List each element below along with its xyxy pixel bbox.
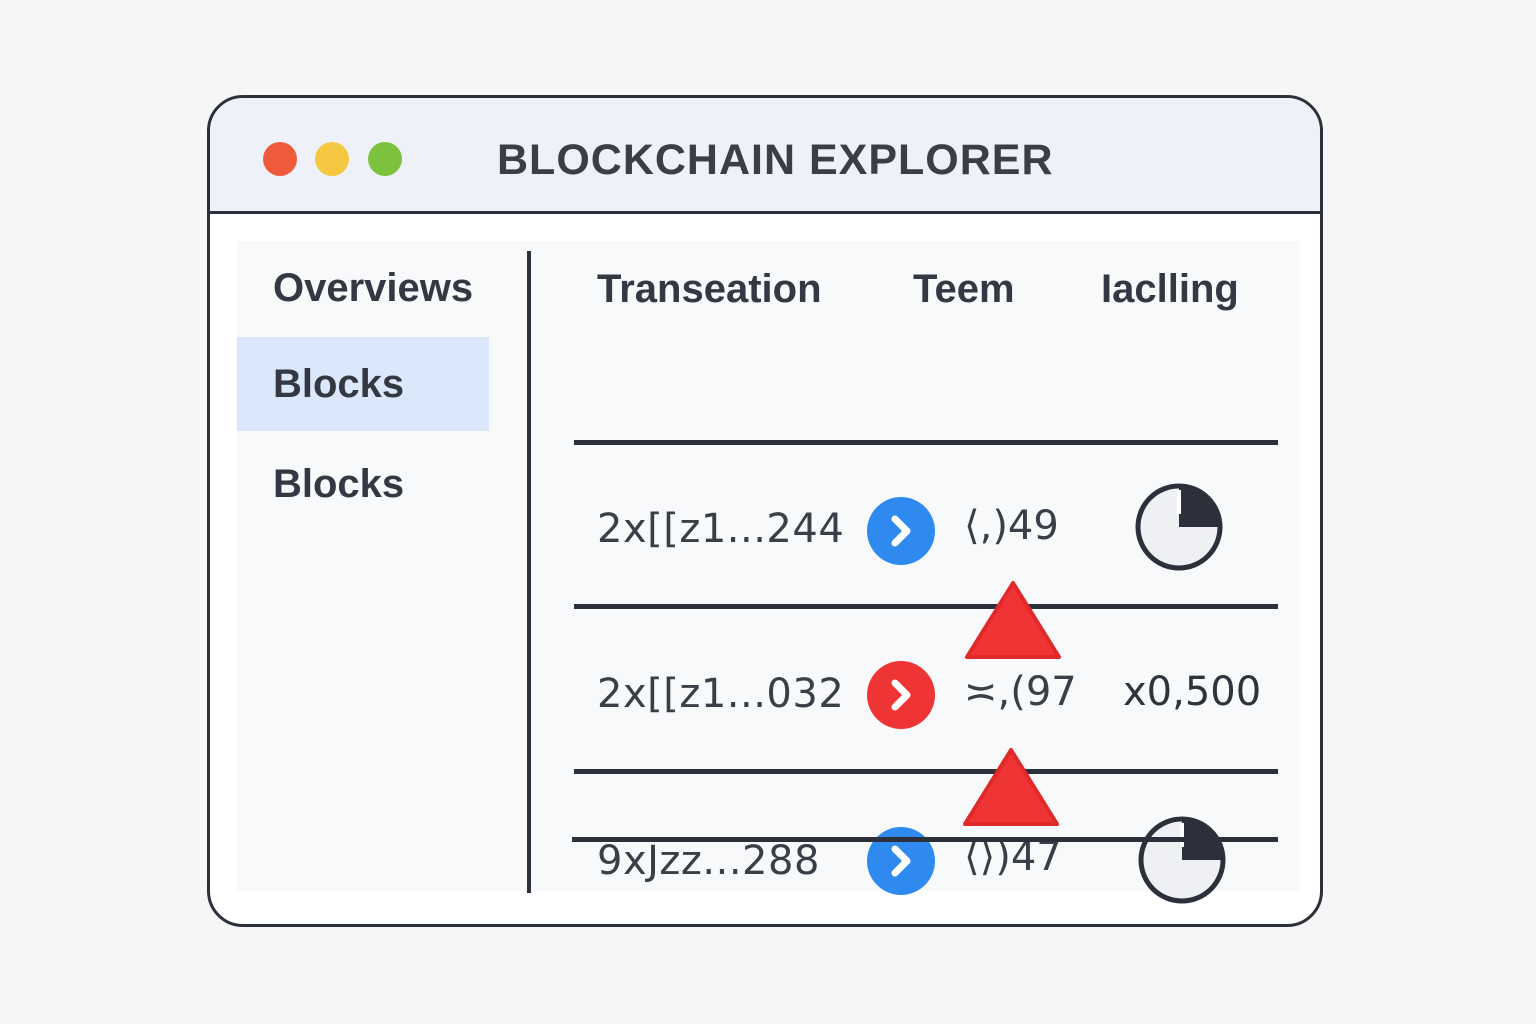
close-button[interactable] bbox=[263, 142, 297, 176]
transaction-hash[interactable]: 2x[[z1...244 bbox=[597, 506, 844, 552]
warning-triangle-icon bbox=[963, 748, 1059, 826]
amount-value: x0,500 bbox=[1123, 669, 1262, 715]
sidebar-divider bbox=[527, 251, 531, 893]
team-value: ⟨,)49 bbox=[964, 503, 1059, 549]
table-bottom-border bbox=[572, 837, 1278, 842]
sidebar-item-blocks[interactable]: Blocks bbox=[237, 437, 489, 531]
warning-triangle-icon bbox=[965, 581, 1061, 659]
column-header-status[interactable]: Iaclling bbox=[1101, 261, 1239, 317]
sidebar-item-overviews[interactable]: Overviews bbox=[237, 241, 489, 335]
maximize-button[interactable] bbox=[368, 142, 402, 176]
clock-icon bbox=[1135, 483, 1223, 571]
main-content: Overviews Blocks Blocks Transeation Teem… bbox=[237, 241, 1300, 904]
chevron-right-icon[interactable] bbox=[867, 661, 935, 729]
column-header-team[interactable]: Teem bbox=[913, 261, 1015, 317]
team-value: ≍,(97 bbox=[964, 669, 1077, 715]
app-title: BLOCKCHAIN EXPLORER bbox=[497, 136, 1054, 184]
app-window: BLOCKCHAIN EXPLORER Overviews Blocks Blo… bbox=[207, 95, 1323, 927]
chevron-right-icon[interactable] bbox=[867, 497, 935, 565]
sidebar-item-blocks-active[interactable]: Blocks bbox=[237, 337, 489, 431]
row-divider bbox=[574, 604, 1278, 609]
minimize-button[interactable] bbox=[315, 142, 349, 176]
title-bar: BLOCKCHAIN EXPLORER bbox=[210, 98, 1320, 214]
header-divider bbox=[574, 440, 1278, 445]
clock-icon bbox=[1138, 816, 1226, 904]
transaction-hash[interactable]: 2x[[z1...032 bbox=[597, 671, 844, 717]
row-divider bbox=[574, 769, 1278, 774]
column-header-transaction[interactable]: Transeation bbox=[597, 261, 822, 317]
transaction-hash[interactable]: 9xJzz...288 bbox=[597, 838, 820, 884]
